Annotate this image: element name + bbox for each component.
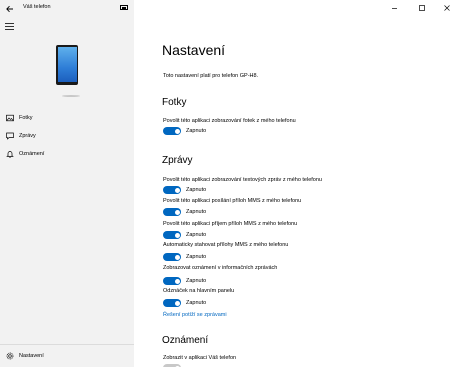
toggle-state: Zapnuto xyxy=(186,232,207,238)
page-subtitle: Toto nastavení platí pro telefon GP-H8. xyxy=(163,73,259,79)
toggle-state: Zapnuto xyxy=(186,254,207,260)
app-title: Váš telefon xyxy=(23,4,51,10)
sidebar-divider xyxy=(0,344,134,345)
section-title-messages: Zprávy xyxy=(162,155,193,166)
toggle-state: Zapnuto xyxy=(186,128,207,134)
sidebar-item-label: Oznámení xyxy=(19,150,45,157)
toggle-taskbar-badge[interactable] xyxy=(163,299,181,307)
setting-label: Povolit této aplikaci zobrazování textov… xyxy=(163,177,322,183)
minimize-icon xyxy=(392,8,397,9)
toggle-state: Zapnuto xyxy=(186,187,207,193)
sidebar-item-label: Nastavení xyxy=(19,352,44,359)
title-bar: Váš telefon xyxy=(0,0,134,16)
sidebar-item-photos[interactable]: Fotky xyxy=(0,111,134,125)
sidebar-item-settings[interactable]: Nastavení xyxy=(0,349,134,363)
setting-label: Povolit této aplikaci zobrazování fotek … xyxy=(163,118,296,124)
toggle-auto-download-mms[interactable] xyxy=(163,253,181,261)
minimize-button[interactable] xyxy=(382,1,408,13)
close-button[interactable] xyxy=(434,1,460,13)
hamburger-menu-button[interactable] xyxy=(5,23,14,30)
setting-label: Povolit této aplikaci posílání příloh MM… xyxy=(163,198,302,204)
gear-icon xyxy=(6,352,14,360)
arrow-left-icon xyxy=(6,5,13,13)
back-button[interactable] xyxy=(4,2,16,14)
phone-shadow xyxy=(62,95,80,97)
sidebar-item-messages[interactable]: Zprávy xyxy=(0,129,134,143)
toggle-state: Zapnuto xyxy=(186,209,207,215)
troubleshoot-messages-link[interactable]: Řešení potíží se zprávami xyxy=(163,312,227,318)
toggle-show-notifications[interactable] xyxy=(163,277,181,285)
setting-label: Povolit této aplikaci příjem příloh MMS … xyxy=(163,221,298,227)
setting-label: Zobrazovat oznámení v informačních zpráv… xyxy=(163,265,278,271)
sidebar-item-notifications[interactable]: Oznámení xyxy=(0,147,134,161)
section-title-photos: Fotky xyxy=(162,97,187,108)
page-title: Nastavení xyxy=(162,42,226,58)
setting-label: Odznáček na hlavním panelu xyxy=(163,288,235,294)
setting-label: Zobrazit v aplikaci Váš telefon xyxy=(163,355,237,361)
sidebar: Váš telefon Fotky Zprávy Oznámení Nastav… xyxy=(0,0,134,367)
sidebar-item-label: Zprávy xyxy=(19,132,36,139)
close-icon xyxy=(444,5,450,11)
bell-icon xyxy=(6,151,14,158)
setting-label: Automaticky stahovat přílohy MMS z mého … xyxy=(163,242,289,248)
photo-icon xyxy=(6,114,14,122)
maximize-button[interactable] xyxy=(409,1,435,13)
toggle-receive-mms[interactable] xyxy=(163,231,181,239)
sidebar-item-label: Fotky xyxy=(19,114,33,121)
toggle-send-mms[interactable] xyxy=(163,208,181,216)
toggle-show-photos[interactable] xyxy=(163,127,181,135)
main-content: Nastavení Toto nastavení platí pro telef… xyxy=(134,0,460,367)
toggle-state: Zapnuto xyxy=(186,278,207,284)
maximize-icon xyxy=(419,5,425,11)
battery-icon xyxy=(120,5,128,10)
message-icon xyxy=(6,132,14,140)
phone-illustration xyxy=(56,45,78,85)
toggle-show-texts[interactable] xyxy=(163,186,181,194)
section-title-notifications: Oznámení xyxy=(162,335,209,346)
toggle-state: Zapnuto xyxy=(186,300,207,306)
